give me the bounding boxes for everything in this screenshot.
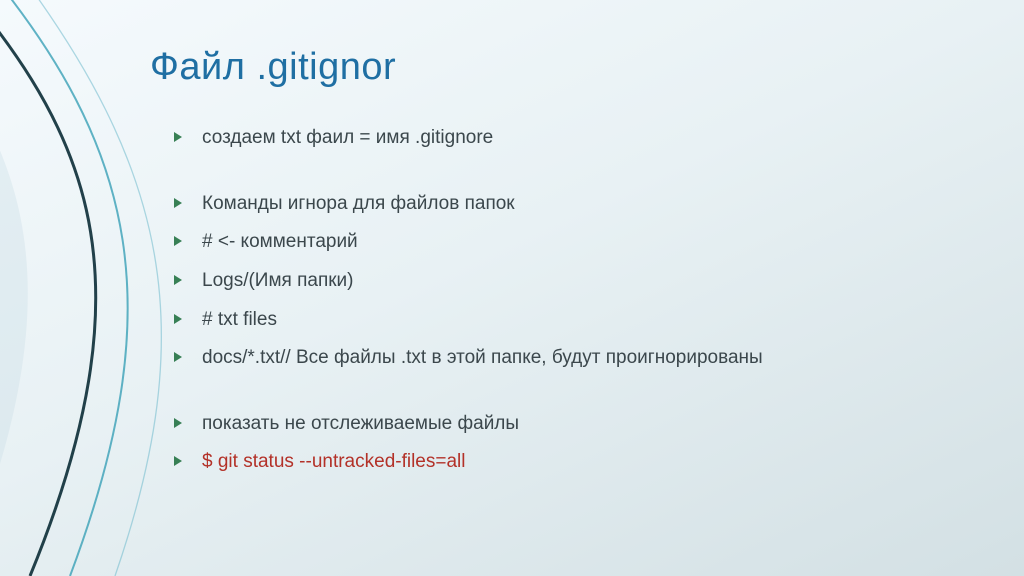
bullet-list: создаем txt фаил = имя .gitignore Команды… [150, 125, 970, 475]
bullet-item: Команды игнора для файлов папок [174, 191, 970, 217]
bullet-item: показать не отслеживаемые файлы [174, 411, 970, 437]
bullet-gap [174, 384, 970, 398]
bullet-item: $ git status --untracked-files=all [174, 449, 970, 475]
bullet-item: Logs/(Имя папки) [174, 268, 970, 294]
bullet-gap [174, 164, 970, 178]
bullet-item: создаем txt фаил = имя .gitignore [174, 125, 970, 151]
slide-title: Файл .gitignor [150, 46, 970, 89]
bullet-item: docs/*.txt// Все файлы .txt в этой папке… [174, 345, 970, 371]
bullet-item: # <- комментарий [174, 229, 970, 255]
slide-content: Файл .gitignor создаем txt фаил = имя .g… [150, 46, 970, 488]
bullet-item: # txt files [174, 307, 970, 333]
